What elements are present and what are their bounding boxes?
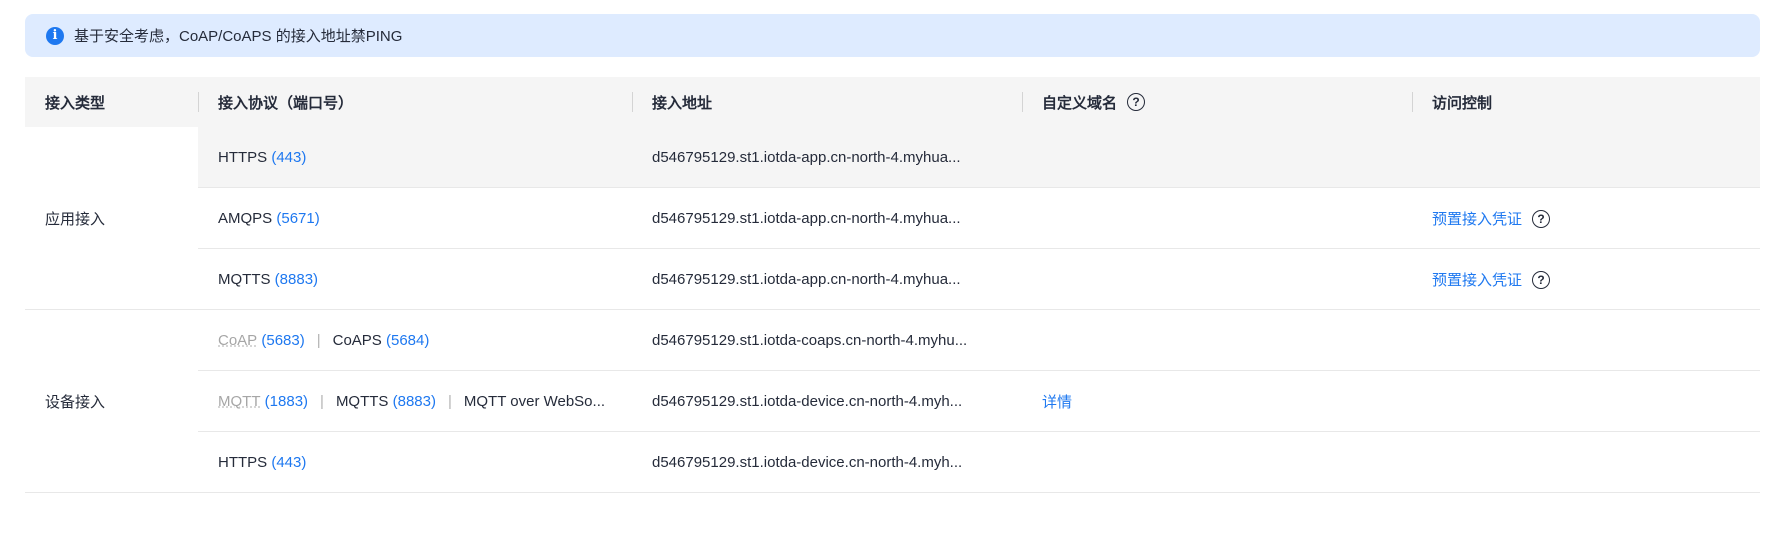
access-address: d546795129.st1.iotda-device.cn-north-4.m… — [652, 393, 963, 410]
question-circle-icon[interactable]: ? — [1532, 209, 1551, 228]
protocol-name: CoAPS — [332, 332, 382, 349]
access-address: d546795129.st1.iotda-device.cn-north-4.m… — [652, 454, 963, 471]
address-cell: d546795129.st1.iotda-coaps.cn-north-4.my… — [652, 310, 967, 371]
column-header-type: 接入类型 — [45, 77, 105, 127]
divider: | — [447, 393, 452, 410]
table-header: 接入类型 接入协议（端口号） 接入地址 自定义域名 ? 访问控制 — [25, 77, 1760, 127]
table-row: MQTTS (8883) d546795129.st1.iotda-app.cn… — [198, 249, 1760, 310]
protocol-cell: MQTTS (8883) — [218, 249, 318, 310]
security-notice: i 基于安全考虑，CoAP/CoAPS 的接入地址禁PING — [25, 14, 1760, 57]
column-header-protocol: 接入协议（端口号） — [198, 77, 354, 127]
info-icon: i — [46, 26, 64, 45]
protocol-cell: MQTT (1883) | MQTTS (8883) | MQTT over W… — [218, 371, 605, 432]
column-separator — [1412, 92, 1413, 112]
preset-credential-link[interactable]: 预置接入凭证 — [1432, 208, 1522, 229]
access-address: d546795129.st1.iotda-app.cn-north-4.myhu… — [652, 210, 961, 227]
access-control-cell: 预置接入凭证 ? — [1432, 249, 1551, 310]
divider: | — [320, 393, 324, 410]
protocol-port: (1883) — [264, 393, 309, 410]
question-circle-icon[interactable]: ? — [1127, 93, 1146, 111]
address-cell: d546795129.st1.iotda-device.cn-north-4.m… — [652, 432, 962, 493]
protocol-cell: HTTPS (443) — [218, 127, 306, 188]
column-header-type-label: 接入类型 — [45, 94, 106, 112]
group-label-app-text: 应用接入 — [45, 211, 106, 228]
table-row: CoAP (5683) | CoAPS (5684) d546795129.st… — [198, 310, 1760, 371]
protocol-port: (443) — [271, 454, 307, 471]
table-row: HTTPS (443) d546795129.st1.iotda-device.… — [198, 432, 1760, 493]
protocol-cell: HTTPS (443) — [218, 432, 306, 493]
column-separator — [632, 92, 633, 112]
table-row: AMQPS (5671) d546795129.st1.iotda-app.cn… — [198, 188, 1760, 249]
domain-cell: 详情 — [1042, 371, 1072, 432]
access-address: d546795129.st1.iotda-app.cn-north-4.myhu… — [652, 149, 961, 166]
notice-text: 基于安全考虑，CoAP/CoAPS 的接入地址禁PING — [74, 28, 403, 45]
protocol-name: MQTTS — [335, 393, 389, 410]
column-header-domain-label: 自定义域名 — [1042, 94, 1118, 112]
protocol-name[interactable]: MQTT — [218, 393, 261, 410]
group-label-device: 设备接入 — [25, 310, 105, 493]
column-separator — [198, 92, 199, 112]
protocol-port: (5671) — [276, 210, 320, 227]
protocol-name: MQTT over WebSo... — [463, 393, 606, 410]
table-row: MQTT (1883) | MQTTS (8883) | MQTT over W… — [198, 371, 1760, 432]
details-link[interactable]: 详情 — [1042, 391, 1072, 412]
protocol-name: HTTPS — [218, 454, 268, 471]
protocol-name: HTTPS — [218, 149, 268, 166]
table-row: HTTPS (443) d546795129.st1.iotda-app.cn-… — [198, 127, 1760, 188]
access-address: d546795129.st1.iotda-app.cn-north-4.myhu… — [652, 271, 961, 288]
protocol-port: (5683) — [261, 332, 305, 349]
group-label-app: 应用接入 — [25, 127, 105, 310]
column-header-domain: 自定义域名 ? — [1022, 77, 1146, 127]
access-control-cell: 预置接入凭证 ? — [1432, 188, 1551, 249]
protocol-cell: AMQPS (5671) — [218, 188, 320, 249]
protocol-port: (443) — [271, 149, 307, 166]
column-separator — [1022, 92, 1023, 112]
column-header-protocol-label: 接入协议（端口号） — [218, 94, 354, 112]
group-label-device-text: 设备接入 — [45, 394, 106, 411]
address-cell: d546795129.st1.iotda-device.cn-north-4.m… — [652, 371, 962, 432]
address-cell: d546795129.st1.iotda-app.cn-north-4.myhu… — [652, 249, 961, 310]
column-header-access: 访问控制 — [1412, 77, 1493, 127]
protocol-cell: CoAP (5683) | CoAPS (5684) — [218, 310, 429, 371]
column-header-access-label: 访问控制 — [1432, 94, 1493, 112]
column-header-address-label: 接入地址 — [652, 94, 713, 112]
access-address-table: 接入类型 接入协议（端口号） 接入地址 自定义域名 ? 访问控制 应用接入 HT… — [25, 77, 1760, 493]
protocol-name[interactable]: CoAP — [218, 332, 257, 349]
protocol-port: (5684) — [386, 332, 430, 349]
protocol-port: (8883) — [274, 271, 319, 288]
address-cell: d546795129.st1.iotda-app.cn-north-4.myhu… — [652, 188, 961, 249]
protocol-name: MQTTS — [218, 271, 271, 288]
divider: | — [316, 332, 321, 349]
question-circle-icon[interactable]: ? — [1532, 270, 1551, 289]
group-divider — [25, 492, 1760, 493]
access-address: d546795129.st1.iotda-coaps.cn-north-4.my… — [652, 332, 968, 349]
column-header-address: 接入地址 — [632, 77, 713, 127]
protocol-name: AMQPS — [218, 210, 273, 227]
protocol-port: (8883) — [392, 393, 436, 410]
address-cell: d546795129.st1.iotda-app.cn-north-4.myhu… — [652, 127, 961, 188]
preset-credential-link[interactable]: 预置接入凭证 — [1432, 269, 1522, 290]
